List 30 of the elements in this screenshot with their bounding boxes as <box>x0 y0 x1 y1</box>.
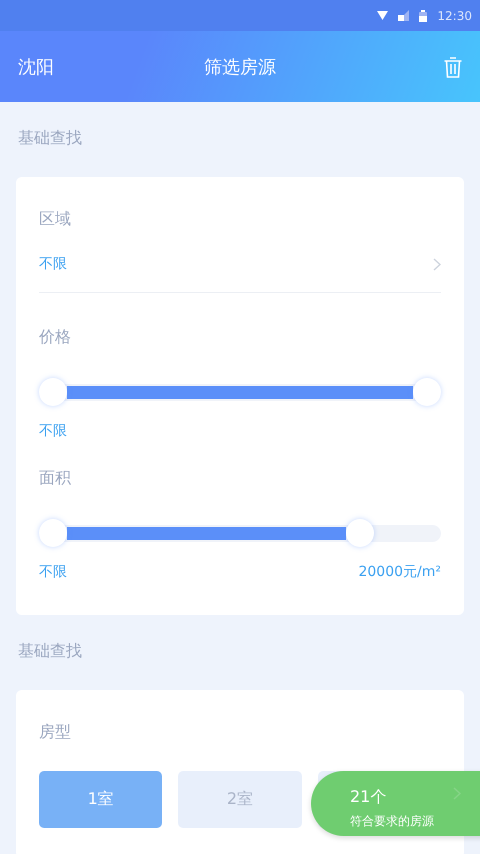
slider-thumb[interactable] <box>39 519 67 547</box>
battery-icon <box>419 10 428 22</box>
field-label: 区域 <box>39 208 72 230</box>
select-value: 不限 <box>39 255 67 273</box>
range-slider[interactable] <box>39 378 441 406</box>
min-value: 不限 <box>39 563 67 581</box>
section-title: 基础查找 <box>17 640 83 662</box>
signal-icon <box>398 10 410 21</box>
slider-thumb[interactable] <box>346 519 374 547</box>
result-count: 21个 <box>350 787 386 808</box>
field-label: 房型 <box>39 721 72 743</box>
chevron-icon <box>433 258 441 270</box>
result-caption: 符合要求的房源 <box>350 813 434 830</box>
range-slider[interactable] <box>39 519 441 547</box>
room-option[interactable]: 1室 <box>39 771 162 828</box>
min-value: 不限 <box>39 422 67 440</box>
slider-thumb[interactable] <box>39 378 67 406</box>
wifi-icon <box>377 11 388 20</box>
results-toast[interactable]: 21个 符合要求的房源 <box>311 771 480 836</box>
field-label: 价格 <box>39 326 72 348</box>
max-value: 20000元/m² <box>358 563 441 581</box>
section-title: 基础查找 <box>17 127 83 149</box>
trash-icon[interactable] <box>444 56 462 78</box>
slider-thumb[interactable] <box>413 378 441 406</box>
room-option[interactable]: 2室 <box>178 771 302 828</box>
field-label: 面积 <box>39 467 72 489</box>
clock: 12:30 <box>437 8 472 22</box>
page-title: 筛选房源 <box>204 56 276 78</box>
select-row[interactable]: 不限 <box>39 236 441 293</box>
city-selector[interactable]: 沈阳 <box>18 54 54 78</box>
